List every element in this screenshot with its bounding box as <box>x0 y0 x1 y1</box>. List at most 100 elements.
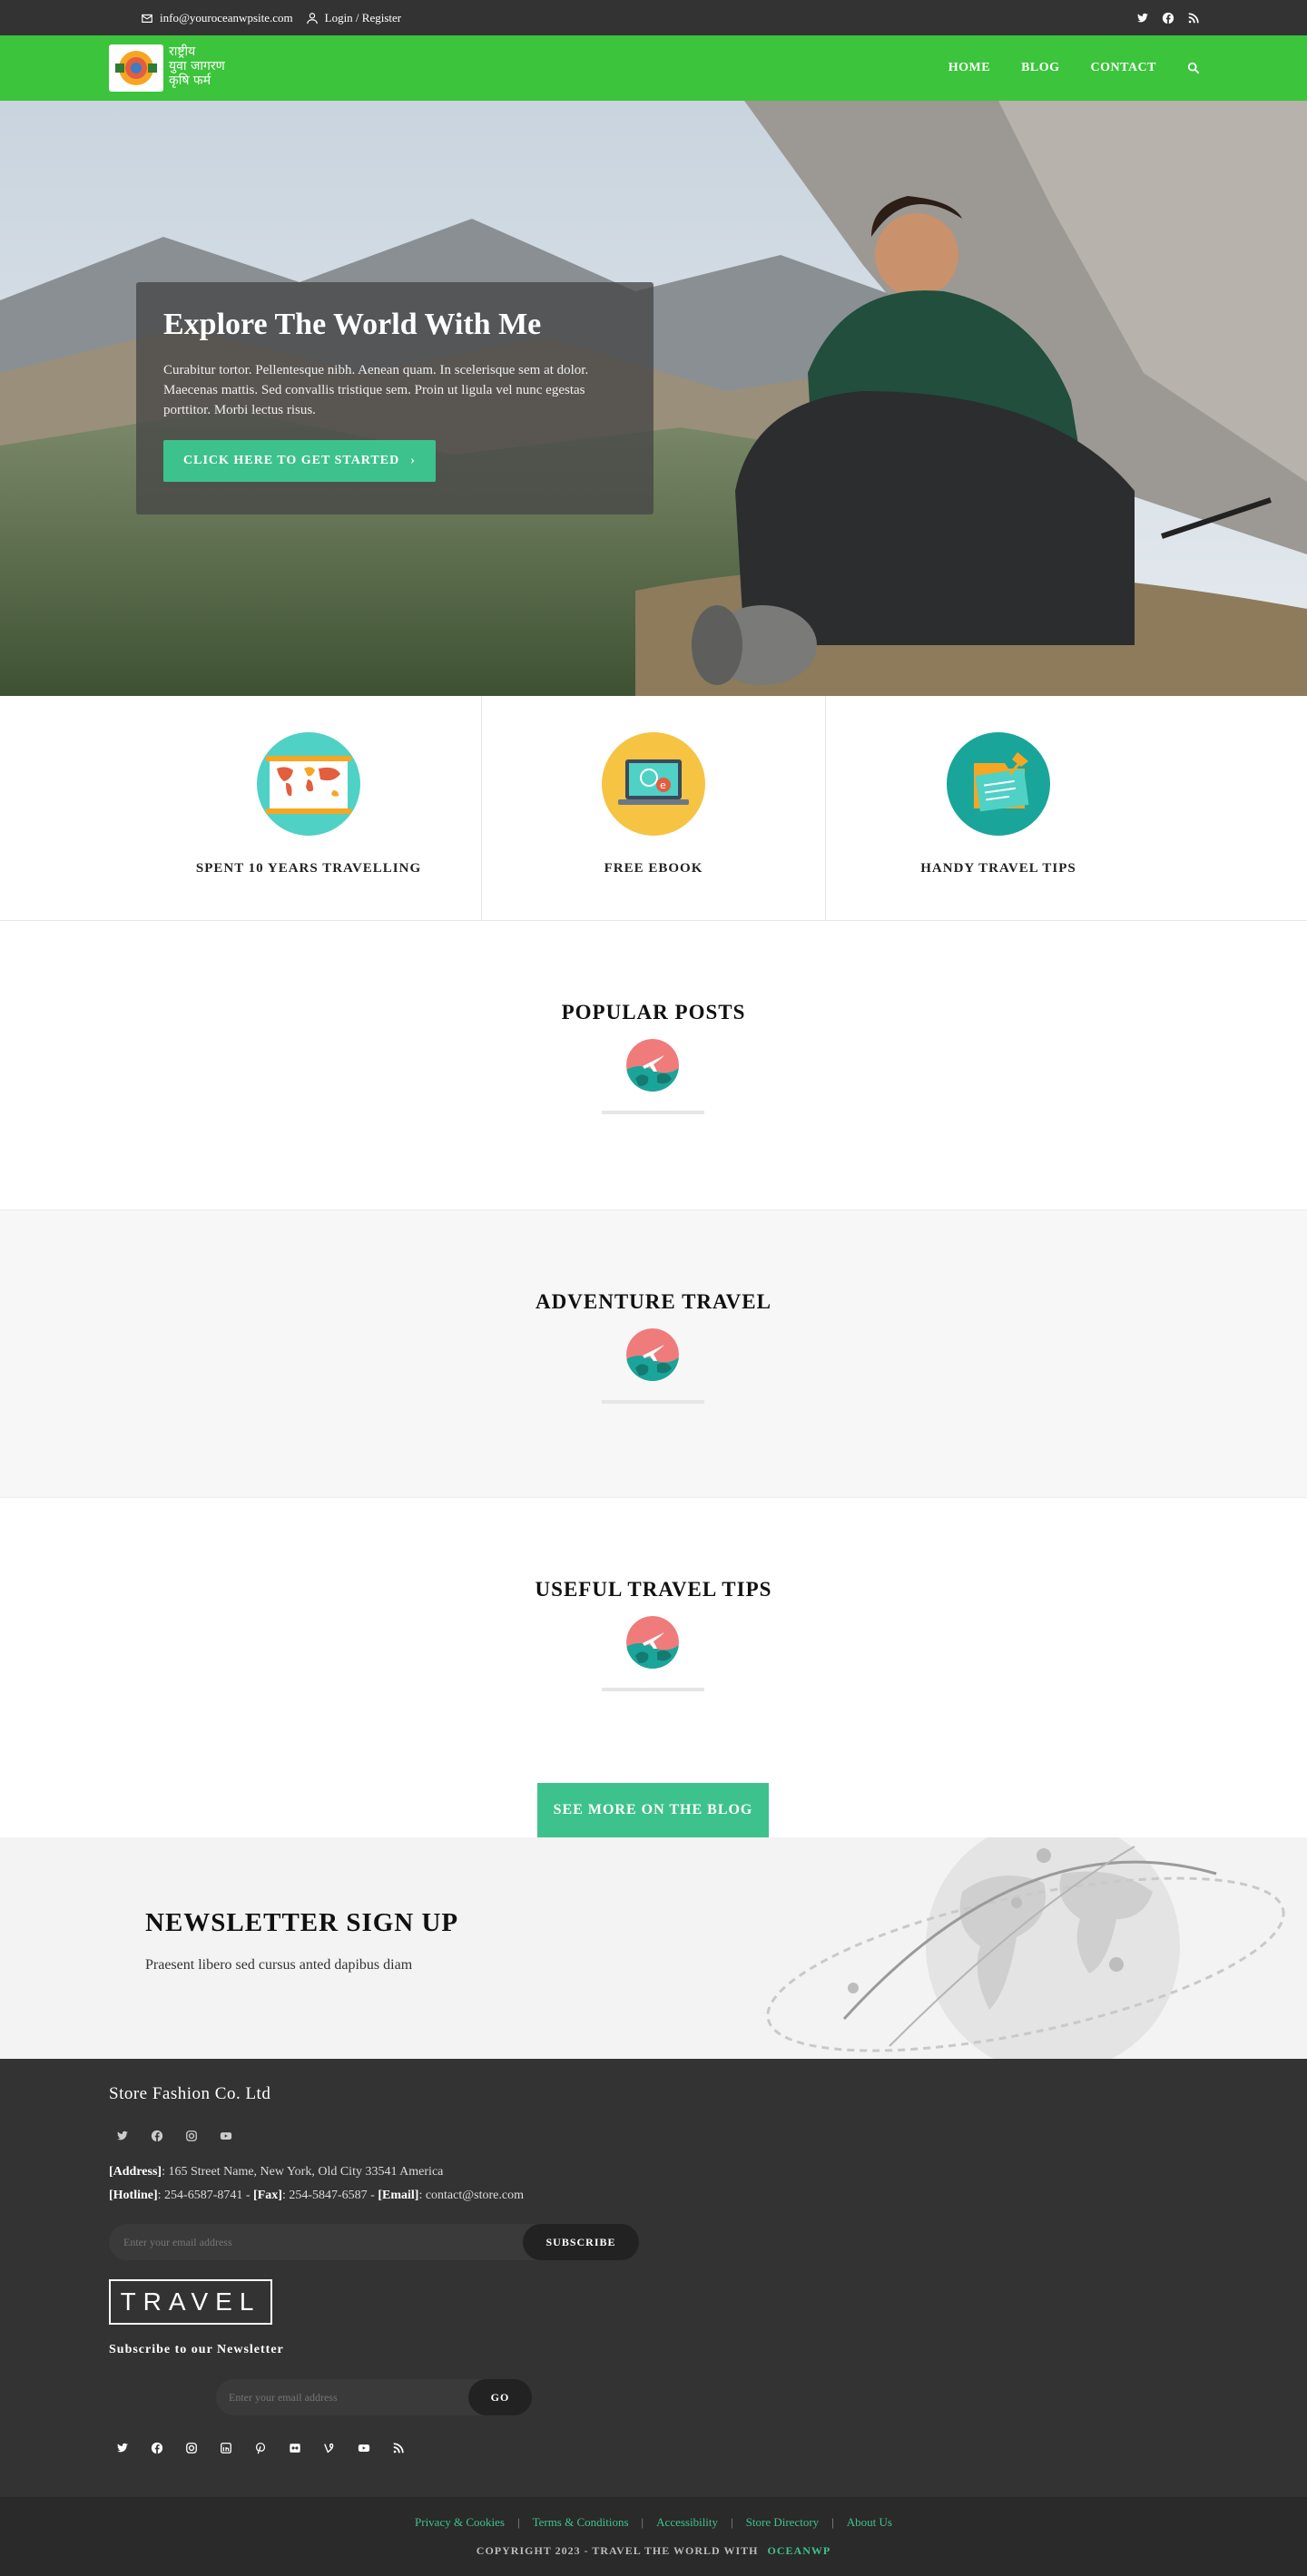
feature-label: FREE EBOOK <box>604 861 703 876</box>
youtube-icon[interactable] <box>350 2434 378 2462</box>
footer-subscribe-form: SUBSCRIBE <box>109 2224 639 2260</box>
instagram-icon[interactable] <box>178 2122 205 2150</box>
user-icon <box>306 12 318 24</box>
facebook-icon[interactable] <box>1162 12 1174 24</box>
feature-item[interactable]: SPENT 10 YEARS TRAVELLING <box>136 696 481 921</box>
nav-blog[interactable]: BLOG <box>1021 61 1059 75</box>
instagram-icon[interactable] <box>178 2434 205 2462</box>
fax-value: : 254-5847-6587 - <box>281 2189 378 2202</box>
features-row: SPENT 10 YEARS TRAVELLING e FREE EBOOK H… <box>0 696 1307 921</box>
subscribe-button[interactable]: SUBSCRIBE <box>523 2224 639 2260</box>
rss-icon[interactable] <box>1187 12 1200 24</box>
laptop-ebook-icon: e <box>602 732 705 836</box>
twitter-icon[interactable] <box>109 2122 136 2150</box>
logo-line: राष्ट्रीय <box>169 44 196 59</box>
newsletter-email-input[interactable] <box>216 2379 461 2415</box>
section-title: POPULAR POSTS <box>561 1001 746 1024</box>
site-header: राष्ट्रीय युवा जागरण कृषि फर्म HOME BLOG… <box>0 35 1307 101</box>
feature-label: SPENT 10 YEARS TRAVELLING <box>195 861 422 876</box>
logo-line: युवा जागरण <box>169 59 225 73</box>
hero-title: Explore The World With Me <box>163 308 542 341</box>
section-divider <box>602 1400 704 1404</box>
copyright: COPYRIGHT 2023 - TRAVEL THE WORLD WITH OC… <box>0 2544 1307 2558</box>
fax-label: [Fax] <box>253 2189 282 2202</box>
footer-travel-logo[interactable]: TRAVEL <box>109 2279 272 2325</box>
get-started-label: CLICK HERE TO GET STARTED <box>183 454 400 467</box>
vine-icon[interactable] <box>316 2434 343 2462</box>
twitter-icon[interactable] <box>109 2434 136 2462</box>
copyright-text: COPYRIGHT 2023 - TRAVEL THE WORLD WITH <box>476 2544 759 2557</box>
footer-newsletter-form: GO <box>216 2379 532 2415</box>
top-bar: info@youroceanwpsite.com Login / Registe… <box>0 0 1307 35</box>
twitter-icon[interactable] <box>1136 12 1149 24</box>
logo-line: कृषि फर्म <box>169 73 211 88</box>
footer-bottom-bar: Privacy & Cookies | Terms & Conditions |… <box>0 2497 1307 2576</box>
flickr-icon[interactable] <box>281 2434 309 2462</box>
section-title: USEFUL TRAVEL TIPS <box>535 1578 772 1601</box>
topbar-login-text: Login / Register <box>324 10 402 24</box>
newsletter-section: NEWSLETTER SIGN UP Praesent libero sed c… <box>0 1837 1307 2059</box>
hero-banner: Explore The World With Me Curabitur tort… <box>0 101 1307 696</box>
address-label: [Address] <box>109 2165 162 2179</box>
footer-social <box>109 2122 240 2150</box>
email-label: [Email] <box>378 2189 419 2202</box>
feature-item[interactable]: e FREE EBOOK <box>482 696 825 921</box>
nav-contact[interactable]: CONTACT <box>1091 61 1156 75</box>
footer-phone-line: [Hotline]: 254-6587-8741 - [Fax]: 254-58… <box>109 2184 524 2208</box>
feature-item[interactable]: HANDY TRAVEL TIPS <box>826 696 1171 921</box>
search-icon[interactable] <box>1187 62 1200 74</box>
plane-globe-icon <box>626 1039 679 1092</box>
get-started-button[interactable]: CLICK HERE TO GET STARTED › <box>163 440 436 482</box>
newsletter-title: NEWSLETTER SIGN UP <box>145 1908 459 1937</box>
footer-address-line: [Address]: 165 Street Name, New York, Ol… <box>109 2160 524 2184</box>
hotline-value: : 254-6587-8741 - <box>157 2189 254 2202</box>
footer-email-input[interactable] <box>109 2224 517 2260</box>
globe-illustration <box>766 1837 1285 2059</box>
section-divider <box>602 1111 704 1114</box>
footer-link[interactable]: Store Directory <box>746 2515 820 2530</box>
footer-contact-info: [Address]: 165 Street Name, New York, Ol… <box>109 2160 524 2208</box>
main-nav: HOME BLOG CONTACT <box>948 35 1200 101</box>
section-divider <box>602 1688 704 1691</box>
notes-pin-icon <box>947 732 1050 836</box>
adventure-travel-section: ADVENTURE TRAVEL <box>0 1210 1307 1498</box>
plane-globe-icon <box>626 1328 679 1381</box>
youtube-icon[interactable] <box>212 2122 240 2150</box>
world-map-icon <box>257 732 360 836</box>
hero-card: Explore The World With Me Curabitur tort… <box>136 282 654 514</box>
envelope-icon <box>142 14 152 23</box>
plane-globe-icon <box>626 1616 679 1669</box>
see-more-blog-button[interactable]: SEE MORE ON THE BLOG <box>537 1783 769 1837</box>
facebook-icon[interactable] <box>143 2434 171 2462</box>
link-separator: | <box>731 2515 733 2529</box>
address-value: : 165 Street Name, New York, Old City 33… <box>162 2165 444 2179</box>
link-separator: | <box>641 2515 644 2529</box>
footer-link[interactable]: Terms & Conditions <box>533 2515 629 2530</box>
topbar-login[interactable]: Login / Register <box>306 10 402 25</box>
facebook-icon[interactable] <box>143 2122 171 2150</box>
svg-text:e: e <box>660 779 666 791</box>
section-title: ADVENTURE TRAVEL <box>536 1290 771 1313</box>
feature-label: HANDY TRAVEL TIPS <box>920 861 1076 876</box>
site-logo[interactable] <box>109 44 163 92</box>
linkedin-icon[interactable] <box>212 2434 240 2462</box>
go-button[interactable]: GO <box>468 2379 532 2415</box>
pinterest-icon[interactable] <box>247 2434 274 2462</box>
footer-link[interactable]: Accessibility <box>656 2515 718 2530</box>
link-separator: | <box>516 2515 520 2529</box>
topbar-email-text: info@youroceanwpsite.com <box>160 10 293 24</box>
logo-emblem-icon <box>115 51 157 85</box>
chevron-right-icon: › <box>410 454 416 467</box>
footer-link[interactable]: About Us <box>847 2515 892 2530</box>
topbar-email[interactable]: info@youroceanwpsite.com <box>141 11 293 25</box>
hotline-label: [Hotline] <box>109 2189 158 2202</box>
site-footer: Store Fashion Co. Ltd [Address]: 165 Str… <box>0 2059 1307 2497</box>
email-value: : contact@store.com <box>418 2189 524 2202</box>
link-separator: | <box>831 2515 834 2529</box>
copyright-oceanwp-link[interactable]: OCEANWP <box>768 2544 831 2557</box>
nav-home[interactable]: HOME <box>948 61 990 75</box>
footer-social-bar <box>109 2434 412 2462</box>
rss-icon[interactable] <box>385 2434 412 2462</box>
popular-posts-section: POPULAR POSTS <box>0 921 1307 1210</box>
footer-link[interactable]: Privacy & Cookies <box>415 2515 505 2530</box>
